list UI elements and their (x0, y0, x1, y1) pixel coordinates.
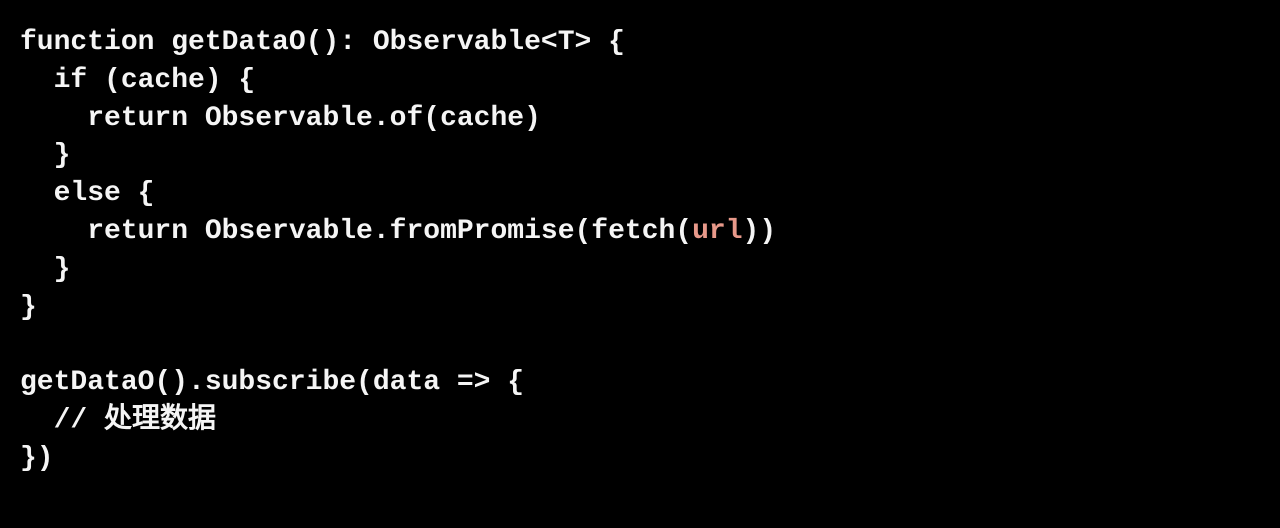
code-line: } (20, 292, 37, 323)
code-line: else { (20, 178, 154, 209)
code-line: if (cache) { (20, 65, 255, 96)
code-line: getDataO().subscribe(data => { (20, 367, 524, 398)
code-line: }) (20, 443, 54, 474)
code-line: return Observable.of(cache) (20, 103, 541, 134)
code-line: function getDataO(): Observable<T> { (20, 27, 625, 58)
code-line: // 处理数据 (20, 405, 216, 436)
code-line: } (20, 140, 70, 171)
code-block: function getDataO(): Observable<T> { if … (20, 24, 1260, 478)
code-line: } (20, 254, 70, 285)
code-line: return Observable.fromPromise(fetch(url)… (20, 216, 776, 247)
highlighted-token: url (692, 216, 742, 247)
